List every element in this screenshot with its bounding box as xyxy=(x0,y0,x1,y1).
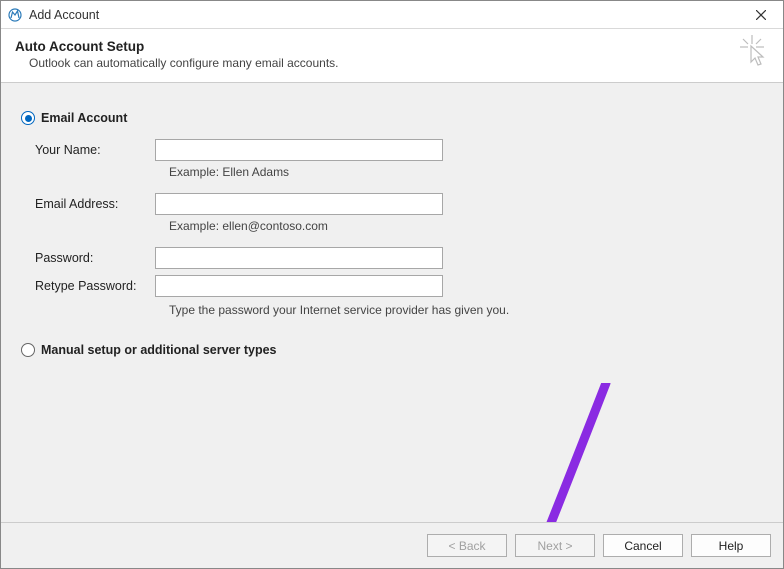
label-your-name: Your Name: xyxy=(35,143,155,157)
radio-email-account[interactable] xyxy=(21,111,35,125)
row-password: Password: xyxy=(35,247,763,269)
app-icon xyxy=(7,7,23,23)
email-account-fields: Your Name: Example: Ellen Adams Email Ad… xyxy=(35,139,763,317)
input-your-name[interactable] xyxy=(155,139,443,161)
header-subtext: Outlook can automatically configure many… xyxy=(29,56,769,70)
wizard-body: Email Account Your Name: Example: Ellen … xyxy=(1,83,783,522)
wizard-header: Auto Account Setup Outlook can automatic… xyxy=(1,29,783,83)
help-button[interactable]: Help xyxy=(691,534,771,557)
option-email-account[interactable]: Email Account xyxy=(21,111,763,125)
label-password: Password: xyxy=(35,251,155,265)
row-email: Email Address: xyxy=(35,193,763,215)
cancel-button[interactable]: Cancel xyxy=(603,534,683,557)
wizard-footer: < Back Next > Cancel Help xyxy=(1,522,783,568)
next-button[interactable]: Next > xyxy=(515,534,595,557)
row-retype-password: Retype Password: xyxy=(35,275,763,297)
annotation-arrow-icon xyxy=(511,383,631,522)
hint-your-name: Example: Ellen Adams xyxy=(169,165,763,179)
input-email[interactable] xyxy=(155,193,443,215)
input-password[interactable] xyxy=(155,247,443,269)
add-account-dialog: Add Account Auto Account Setup Outlook c… xyxy=(0,0,784,569)
radio-manual-setup-label: Manual setup or additional server types xyxy=(41,343,276,357)
back-button[interactable]: < Back xyxy=(427,534,507,557)
input-retype-password[interactable] xyxy=(155,275,443,297)
header-heading: Auto Account Setup xyxy=(15,39,769,54)
titlebar: Add Account xyxy=(1,1,783,29)
close-button[interactable] xyxy=(739,1,783,29)
row-your-name: Your Name: xyxy=(35,139,763,161)
label-retype-password: Retype Password: xyxy=(35,279,155,293)
window-title: Add Account xyxy=(29,8,739,22)
radio-manual-setup[interactable] xyxy=(21,343,35,357)
close-icon xyxy=(756,10,766,20)
hint-email: Example: ellen@contoso.com xyxy=(169,219,763,233)
hint-password: Type the password your Internet service … xyxy=(169,303,763,317)
click-cursor-icon xyxy=(737,35,767,72)
option-manual-setup[interactable]: Manual setup or additional server types xyxy=(21,343,763,357)
label-email: Email Address: xyxy=(35,197,155,211)
radio-checked-icon xyxy=(25,115,32,122)
radio-email-account-label: Email Account xyxy=(41,111,127,125)
